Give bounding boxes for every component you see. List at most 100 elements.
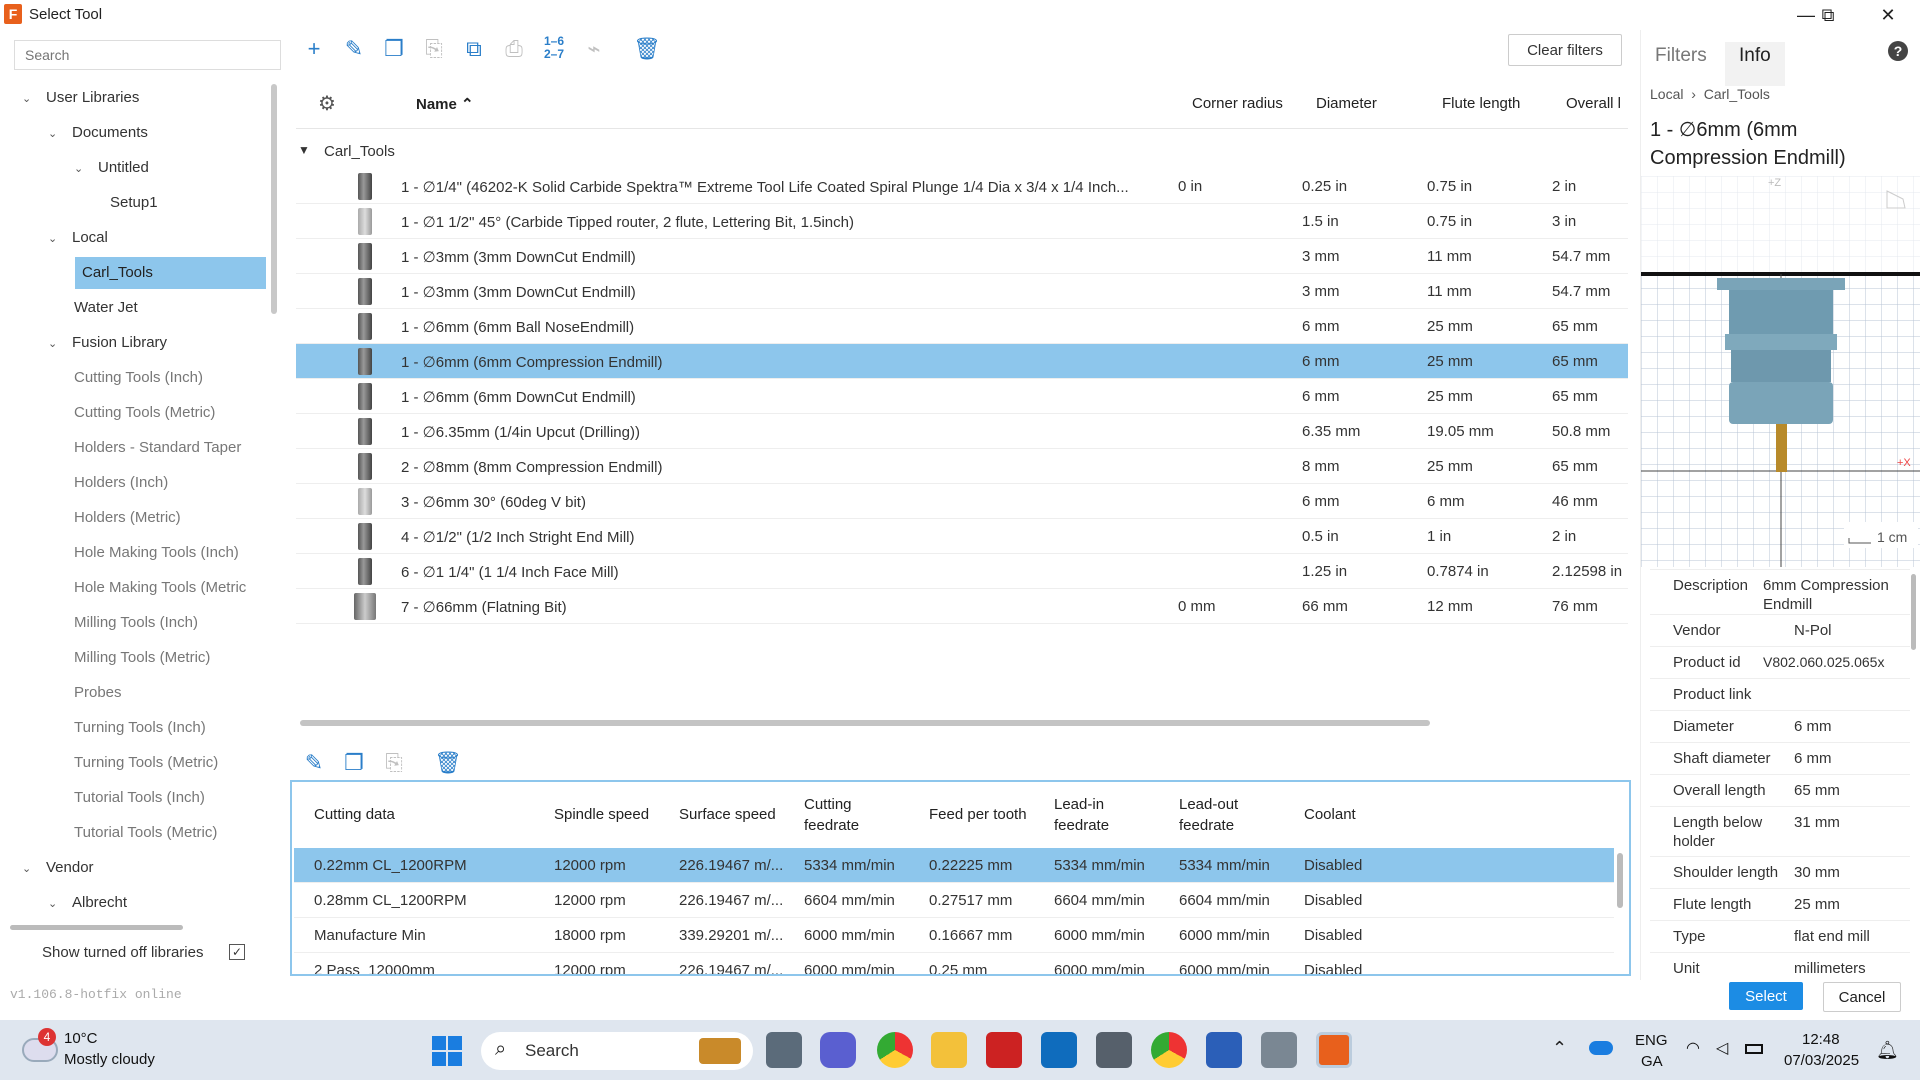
tool-row[interactable]: 6 - ∅1 1/4" (1 1/4 Inch Face Mill) 1.25 i… <box>296 554 1628 589</box>
chrome-profile-icon[interactable] <box>1151 1032 1187 1068</box>
tree-item[interactable]: ⌄ Documents <box>48 117 148 149</box>
notification-bell-icon[interactable]: 🔔︎ <box>1876 1040 1899 1061</box>
weather-temp[interactable]: 10°C <box>64 1030 98 1047</box>
tool-row[interactable]: 2 - ∅8mm (8mm Compression Endmill) 8 mm 25… <box>296 449 1628 484</box>
column-lead-out-feedrate[interactable]: Lead-out feedrate <box>1179 794 1238 836</box>
caret-down-icon[interactable]: ⌄ <box>48 223 62 255</box>
add-tool-icon[interactable]: + <box>300 35 328 63</box>
cutting-data-scrollbar[interactable] <box>1617 853 1623 908</box>
tree-item[interactable]: Setup1 <box>110 187 158 219</box>
column-corner-radius[interactable]: Corner radius <box>1192 95 1283 112</box>
caret-down-icon[interactable]: ⌄ <box>22 83 36 115</box>
column-coolant[interactable]: Coolant <box>1304 804 1356 825</box>
column-cutting-feedrate[interactable]: Cutting feedrate <box>804 794 859 836</box>
tree-item[interactable]: Hole Making Tools (Metric <box>74 572 246 604</box>
properties-scrollbar[interactable] <box>1911 574 1916 650</box>
cutting-data-row[interactable]: 0.28mm CL_1200RPM 12000 rpm 226.19467 m/..… <box>294 883 1614 918</box>
column-feed-per-tooth[interactable]: Feed per tooth <box>929 804 1027 825</box>
tool-row[interactable]: 3 - ∅6mm 30° (60deg V bit) 6 mm 6 mm 46 mm <box>296 484 1628 519</box>
edit-cutting-data-icon[interactable]: ✎ <box>300 749 328 777</box>
tab-info[interactable]: Info <box>1725 42 1785 86</box>
tree-item[interactable]: ⌄ Local <box>48 222 108 254</box>
group-row-carl-tools[interactable]: ▼ Carl_Tools <box>296 137 1628 167</box>
tree-item[interactable]: Water Jet <box>74 292 138 324</box>
caret-down-icon[interactable]: ⌄ <box>22 853 36 885</box>
calculator-icon[interactable] <box>1096 1032 1132 1068</box>
chrome-icon[interactable] <box>877 1032 913 1068</box>
search-input[interactable] <box>14 40 281 70</box>
weather-desc[interactable]: Mostly cloudy <box>64 1051 155 1068</box>
column-spindle-speed[interactable]: Spindle speed <box>554 804 649 825</box>
tab-filters[interactable]: Filters <box>1641 42 1721 86</box>
tool-row[interactable]: 1 - ∅3mm (3mm DownCut Endmill) 3 mm 11 mm 5… <box>296 239 1628 274</box>
tree-horizontal-scrollbar[interactable] <box>10 925 183 930</box>
tree-item[interactable]: Probes <box>74 677 122 709</box>
tree-item[interactable]: Turning Tools (Metric) <box>74 747 218 779</box>
tree-item[interactable]: ⌄ Vendor <box>22 852 94 884</box>
edit-tool-icon[interactable]: ✎ <box>340 35 368 63</box>
column-cutting-data[interactable]: Cutting data <box>314 804 395 825</box>
tool-row[interactable]: 7 - ∅66mm (Flatning Bit) 0 mm 66 mm 12 mm 76… <box>296 589 1628 624</box>
show-turned-off-checkbox[interactable]: ✓ <box>229 944 245 960</box>
tree-item[interactable]: Holders (Inch) <box>74 467 168 499</box>
tree-item[interactable]: Tutorial Tools (Metric) <box>74 817 217 849</box>
wifi-icon[interactable]: ◠ <box>1686 1038 1700 1058</box>
paste-tool-icon[interactable]: ⎘ <box>420 35 448 63</box>
paste-cutting-data-icon[interactable]: ⎘ <box>380 749 408 777</box>
breadcrumb-local[interactable]: Local <box>1650 86 1683 102</box>
delete-cutting-data-icon[interactable]: 🗑 <box>434 749 462 777</box>
outlook-icon[interactable] <box>1041 1032 1077 1068</box>
tree-item[interactable]: Hole Making Tools (Inch) <box>74 537 239 569</box>
cutting-data-row[interactable]: 2 Pass_12000mm 12000 rpm 226.19467 m/... 60… <box>294 953 1614 974</box>
column-lead-in-feedrate[interactable]: Lead-in feedrate <box>1054 794 1109 836</box>
duplicate-tool-icon[interactable]: ⧉ <box>460 35 488 63</box>
language-code[interactable]: ENG <box>1635 1032 1668 1049</box>
tree-item[interactable]: Milling Tools (Metric) <box>74 642 210 674</box>
column-flute-length[interactable]: Flute length <box>1442 95 1520 112</box>
tool-row[interactable]: 1 - ∅1/4" (46202-K Solid Carbide Spektra… <box>296 169 1628 204</box>
tool-row[interactable]: 1 - ∅6.35mm (1/4in Upcut (Drilling)) 6.35… <box>296 414 1628 449</box>
tool-row[interactable]: 1 - ∅6mm (6mm Ball NoseEndmill) 6 mm 25 mm… <box>296 309 1628 344</box>
restore-button[interactable]: ⧉ <box>1800 0 1856 30</box>
battery-icon[interactable] <box>1745 1044 1763 1054</box>
tree-item[interactable]: Cutting Tools (Metric) <box>74 397 215 429</box>
tree-item[interactable]: Holders (Metric) <box>74 502 181 534</box>
tree-item[interactable]: Holders - Standard Taper <box>74 432 241 464</box>
tool-row[interactable]: 1 - ∅6mm (6mm Compression Endmill) 6 mm 25… <box>296 344 1628 379</box>
tree-item[interactable]: Carl_Tools <box>75 257 266 289</box>
cutting-data-row[interactable]: Manufacture Min 18000 rpm 339.29201 m/... 6… <box>294 918 1614 953</box>
column-surface-speed[interactable]: Surface speed <box>679 804 776 825</box>
copy-cutting-data-icon[interactable]: ❐ <box>340 749 368 777</box>
app-icon[interactable] <box>986 1032 1022 1068</box>
tool-row[interactable]: 4 - ∅1/2" (1/2 Inch Stright End Mill) 0.5… <box>296 519 1628 554</box>
fusion-taskbar-icon[interactable] <box>1316 1032 1352 1068</box>
tree-item[interactable]: ⌄ Albrecht <box>48 887 127 919</box>
cancel-button[interactable]: Cancel <box>1823 982 1901 1012</box>
tree-item[interactable]: Cutting Tools (Inch) <box>74 362 203 394</box>
caret-down-icon[interactable]: ⌄ <box>74 153 88 185</box>
caret-down-icon[interactable]: ⌄ <box>48 328 62 360</box>
cutting-data-row[interactable]: 0.22mm CL_1200RPM 12000 rpm 226.19467 m/..… <box>294 848 1614 883</box>
tool-row[interactable]: 1 - ∅3mm (3mm DownCut Endmill) 3 mm 11 mm 5… <box>296 274 1628 309</box>
task-view-icon[interactable] <box>766 1032 802 1068</box>
app-tray-icon[interactable] <box>1261 1032 1297 1068</box>
onedrive-icon[interactable] <box>1589 1041 1613 1055</box>
copy-tool-icon[interactable]: ❐ <box>380 35 408 63</box>
caret-down-icon[interactable]: ⌄ <box>48 888 62 920</box>
tree-item[interactable]: Tutorial Tools (Inch) <box>74 782 205 814</box>
help-icon[interactable]: ? <box>1888 41 1908 61</box>
tree-scrollbar[interactable] <box>271 84 277 314</box>
tree-item[interactable]: ⌄ User Libraries <box>22 82 139 114</box>
tree-item[interactable]: ⌄ Untitled <box>74 152 149 184</box>
tool-row[interactable]: 1 - ∅1 1/2" 45° (Carbide Tipped router, … <box>296 204 1628 239</box>
print-icon[interactable]: ⎙ <box>500 35 528 63</box>
close-button[interactable]: ✕ <box>1860 0 1916 30</box>
caret-down-icon[interactable]: ⌄ <box>48 118 62 150</box>
select-button[interactable]: Select <box>1729 982 1803 1010</box>
tree-item[interactable]: Milling Tools (Inch) <box>74 607 198 639</box>
taskbar-search[interactable]: ⌕ Search <box>481 1032 753 1070</box>
column-name[interactable]: Name ⌃ <box>416 95 474 113</box>
clean-icon[interactable]: ⌁ <box>580 35 608 63</box>
teams-icon[interactable] <box>820 1032 856 1068</box>
tool-3d-viewer[interactable]: +Z +X 1 cm <box>1641 176 1920 567</box>
